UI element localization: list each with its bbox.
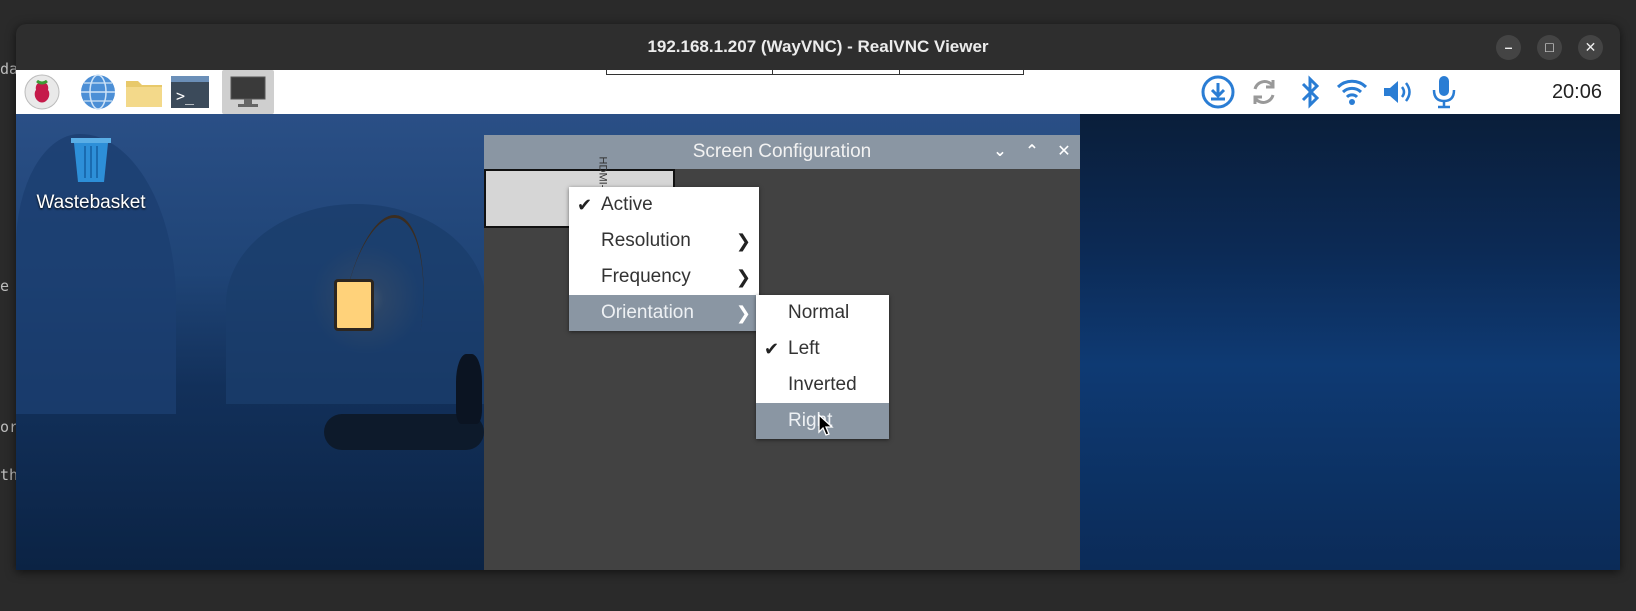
chevron-right-icon: ❯ <box>735 303 751 323</box>
wastebasket-desktop-icon[interactable]: Wastebasket <box>36 132 146 214</box>
menu-item-orientation[interactable]: Orientation ❯ <box>569 295 759 331</box>
vnc-viewer-window: 192.168.1.207 (WayVNC) - RealVNC Viewer … <box>16 24 1620 570</box>
cormorant <box>456 354 482 424</box>
vnc-titlebar[interactable]: 192.168.1.207 (WayVNC) - RealVNC Viewer … <box>16 24 1620 70</box>
close-icon[interactable]: ✕ <box>1050 135 1078 169</box>
orientation-left[interactable]: ✔ Left <box>756 331 889 367</box>
menu-item-active[interactable]: ✔ Active <box>569 187 759 223</box>
wallpaper-right-foliage <box>1080 114 1620 570</box>
svg-text:>_: >_ <box>176 87 195 105</box>
screen-configuration-title: Screen Configuration <box>692 141 872 162</box>
clock[interactable]: 20:06 <box>1552 70 1602 114</box>
monitor-context-menu: ✔ Active Resolution ❯ Frequency ❯ Orient… <box>569 187 759 331</box>
chevron-up-icon[interactable]: ⌃ <box>1018 135 1046 169</box>
orientation-inverted[interactable]: Inverted <box>756 367 889 403</box>
wastebasket-label: Wastebasket <box>36 192 146 213</box>
download-update-icon[interactable] <box>1198 74 1238 110</box>
maximize-icon[interactable]: □ <box>1537 35 1562 60</box>
close-icon[interactable]: ✕ <box>1578 35 1603 60</box>
menu-item-frequency[interactable]: Frequency ❯ <box>569 259 759 295</box>
screen-configuration-titlebar[interactable]: Screen Configuration ⌄ ⌃ ✕ <box>484 135 1080 169</box>
lantern <box>334 279 374 331</box>
taskbar: >_ 20:06 <box>16 70 1620 114</box>
screen-configuration-icon[interactable] <box>222 70 274 114</box>
volume-icon[interactable] <box>1378 74 1418 110</box>
chevron-down-icon[interactable]: ⌄ <box>986 135 1014 169</box>
bluetooth-icon[interactable] <box>1290 74 1330 110</box>
mouse-cursor-icon <box>818 414 834 436</box>
window-title: 192.168.1.207 (WayVNC) - RealVNC Viewer <box>647 37 989 56</box>
minimize-icon[interactable]: – <box>1496 35 1521 60</box>
web-browser-icon[interactable] <box>78 74 118 110</box>
chevron-right-icon: ❯ <box>735 267 751 287</box>
microphone-icon[interactable] <box>1424 74 1464 110</box>
orientation-normal[interactable]: Normal <box>756 295 889 331</box>
remote-desktop[interactable]: >_ 20:06 Wastebasket Screen Configuratio… <box>16 70 1620 570</box>
menu-item-resolution[interactable]: Resolution ❯ <box>569 223 759 259</box>
checkmark-icon: ✔ <box>764 339 780 359</box>
panel-stub-divider <box>772 70 900 75</box>
raspberry-menu-icon[interactable] <box>22 74 62 110</box>
terminal-icon[interactable]: >_ <box>170 74 210 110</box>
sync-icon[interactable] <box>1244 74 1284 110</box>
wifi-icon[interactable] <box>1332 74 1372 110</box>
file-manager-icon[interactable] <box>124 74 164 110</box>
chevron-right-icon: ❯ <box>735 231 751 251</box>
background-text-2: e <box>0 277 10 295</box>
wastebasket-icon <box>71 138 111 182</box>
checkmark-icon: ✔ <box>577 195 593 215</box>
